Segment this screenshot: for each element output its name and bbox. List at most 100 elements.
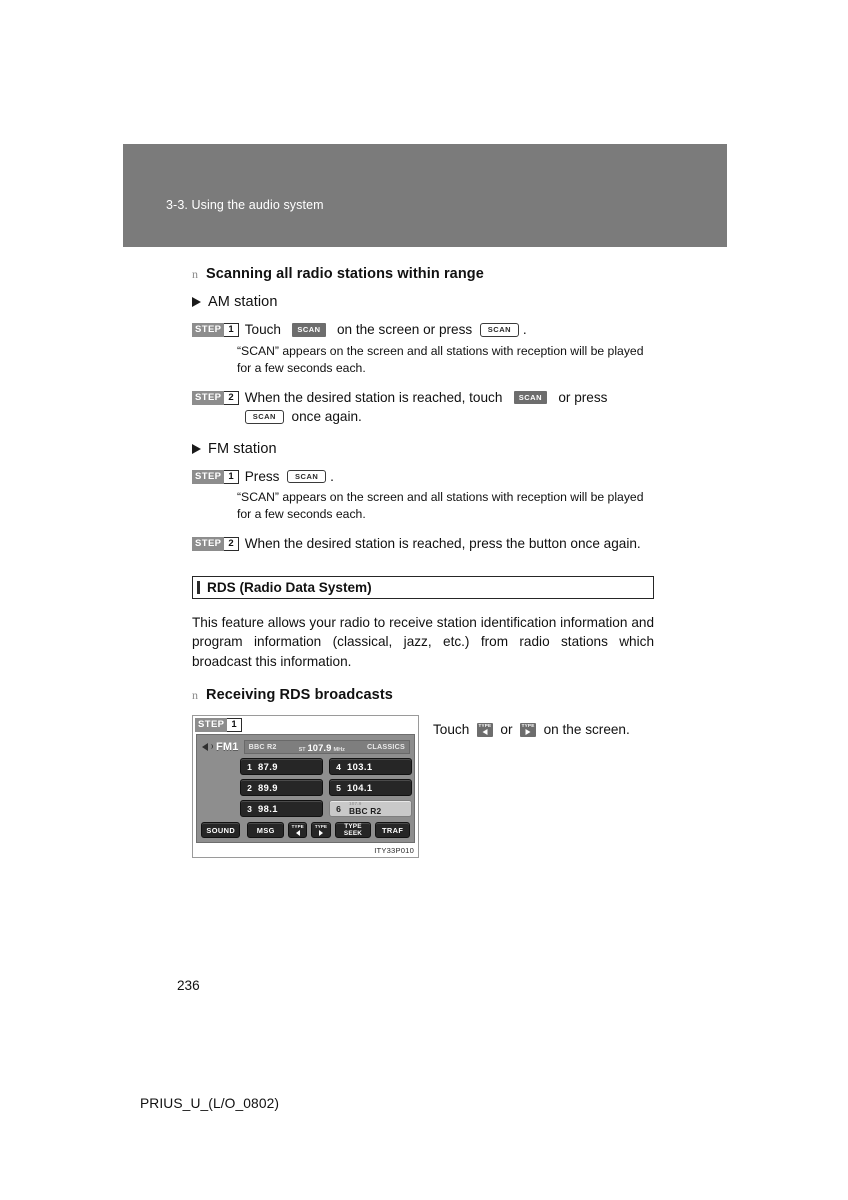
scan-touch-button[interactable]: SCAN xyxy=(292,323,326,337)
preset-number: 5 xyxy=(336,782,341,793)
am-step-1-text-middle: on the screen or press xyxy=(336,322,473,337)
step-badge: STEP 2 xyxy=(192,390,239,405)
scan-touch-button[interactable]: SCAN xyxy=(513,390,548,404)
step-badge-number: 1 xyxy=(227,718,242,732)
radio-program-type: CLASSICS xyxy=(367,742,405,751)
broadcast-antenna-icon xyxy=(201,740,214,753)
traf-button[interactable]: TRAF xyxy=(375,822,410,838)
radio-frequency: 107.9 xyxy=(307,741,332,753)
preset-button-2[interactable]: 2 89.9 xyxy=(240,779,323,796)
figure-step-badge: STEP 1 xyxy=(195,718,242,732)
rds-instruction-text: Touch TYPE or TYPE on the screen. xyxy=(433,715,630,740)
scan-hardware-button[interactable]: SCAN xyxy=(244,410,284,424)
preset-button-5[interactable]: 5 104.1 xyxy=(329,779,412,796)
heading-marker-icon: n xyxy=(192,267,198,281)
type-prev-inline-label: TYPE xyxy=(478,723,492,728)
am-step-1-text-before: Touch xyxy=(244,322,281,337)
left-arrow-icon xyxy=(482,729,488,735)
scan-hardware-button[interactable]: SCAN xyxy=(287,469,327,483)
am-step-1-note: “SCAN” appears on the screen and all sta… xyxy=(237,343,644,375)
preset-button-4[interactable]: 4 103.1 xyxy=(329,758,412,775)
type-prev-label: TYPE xyxy=(291,824,304,829)
rds-paragraph: This feature allows your radio to receiv… xyxy=(192,614,654,669)
preset-value: 104.1 xyxy=(347,782,373,793)
header-band xyxy=(123,144,727,247)
preset-button-6[interactable]: 6 107.9 BBC R2 xyxy=(329,800,412,817)
rds-section-title: RDS (Radio Data System) xyxy=(207,579,372,595)
triangle-bullet-icon xyxy=(192,297,201,307)
type-next-label: TYPE xyxy=(314,824,328,829)
triangle-bullet-icon xyxy=(192,443,201,454)
am-step-2-text-after: once again. xyxy=(291,409,362,424)
preset-number: 1 xyxy=(247,761,252,772)
fm-step-1-note: “SCAN” appears on the screen and all sta… xyxy=(237,490,644,521)
am-step-2-text-middle: or press xyxy=(558,389,608,405)
fm-step-1-text-after: . xyxy=(330,468,334,484)
am-step-2-text: When the desired station is reached, tou… xyxy=(244,388,608,427)
header-section-title: 3-3. Using the audio system xyxy=(166,198,324,212)
heading-receiving-rds: n Receiving RDS broadcasts xyxy=(192,687,654,703)
preset-button-3[interactable]: 3 98.1 xyxy=(240,800,323,817)
stereo-indicator: ST xyxy=(298,746,306,753)
preset-value-stack: 107.9 BBC R2 xyxy=(349,801,381,815)
preset-value: 103.1 xyxy=(347,761,373,772)
radio-screen-figure: STEP 1 FM1 BBC R2 ST 107.9 MHz CLASSICS … xyxy=(192,715,419,858)
fm-step-1-text: Press SCAN . xyxy=(245,467,334,487)
radio-presets: 1 87.9 2 89.9 3 98.1 4 103.1 5 104.1 6 1… xyxy=(240,758,412,817)
preset-value: 87.9 xyxy=(258,761,278,772)
am-step-2: STEP 2 When the desired station is reach… xyxy=(192,388,654,427)
preset-value: 98.1 xyxy=(258,803,278,814)
step-badge: STEP 1 xyxy=(192,469,239,484)
rds-instruction-after: on the screen. xyxy=(543,722,630,737)
radio-button-row: SOUND MSG TYPE TYPE TYPE SEEK TRAF xyxy=(201,822,410,838)
step-badge: STEP 2 xyxy=(192,537,239,551)
preset-button-1[interactable]: 1 87.9 xyxy=(240,758,323,775)
preset-number: 6 xyxy=(336,803,341,814)
msg-button[interactable]: MSG xyxy=(247,822,285,838)
rds-instruction-before: Touch xyxy=(433,722,470,737)
heading-marker-icon: n xyxy=(192,688,198,702)
sound-button[interactable]: SOUND xyxy=(201,822,241,838)
type-next-button[interactable]: TYPE xyxy=(311,822,331,838)
rds-section-title-bar: RDS (Radio Data System) xyxy=(192,575,654,599)
radio-frequency-unit: MHz xyxy=(333,746,345,753)
manual-page: 3-3. Using the audio system n Scanning a… xyxy=(0,0,848,1200)
step-badge-word: STEP xyxy=(192,537,225,551)
fm-step-1: STEP 1 Press SCAN . xyxy=(192,467,654,487)
fm-step-1-text-before: Press xyxy=(244,468,280,484)
left-arrow-icon xyxy=(295,830,300,836)
footer-document-code: PRIUS_U_(L/O_0802) xyxy=(140,1096,280,1111)
am-step-1-text: Touch SCAN on the screen or press SCAN . xyxy=(245,320,527,340)
type-seek-button[interactable]: TYPE SEEK xyxy=(334,822,372,838)
type-next-inline-label: TYPE xyxy=(521,723,535,728)
preset-column-right: 4 103.1 5 104.1 6 107.9 BBC R2 xyxy=(329,758,412,817)
radio-station-name: BBC R2 xyxy=(248,742,277,751)
radio-preset-area: 1 87.9 2 89.9 3 98.1 4 103.1 5 104.1 6 1… xyxy=(201,758,412,817)
step-badge-number: 1 xyxy=(224,323,239,337)
heading-scanning-label: Scanning all radio stations within range xyxy=(206,266,484,282)
radio-display: FM1 BBC R2 ST 107.9 MHz CLASSICS 1 87.9 … xyxy=(196,734,415,843)
right-arrow-icon xyxy=(319,830,324,836)
subheading-fm-station: FM station xyxy=(192,441,654,457)
preset-number: 2 xyxy=(247,782,252,793)
subheading-fm-label: FM station xyxy=(208,440,277,457)
step-badge-word: STEP xyxy=(192,390,225,405)
type-prev-button[interactable]: TYPE xyxy=(288,822,308,838)
scan-hardware-button[interactable]: SCAN xyxy=(479,323,520,337)
am-step-1: STEP 1 Touch SCAN on the screen or press… xyxy=(192,320,654,340)
preset-number: 3 xyxy=(247,803,252,814)
step-badge-word: STEP xyxy=(195,718,228,732)
preset-number: 4 xyxy=(336,761,341,772)
radio-info-bar: BBC R2 ST 107.9 MHz CLASSICS xyxy=(243,739,410,754)
type-next-inline-button[interactable]: TYPE xyxy=(520,723,537,737)
type-prev-inline-button[interactable]: TYPE xyxy=(476,723,493,737)
heading-scanning: n Scanning all radio stations within ran… xyxy=(192,266,654,282)
type-seek-line2: SEEK xyxy=(343,830,363,837)
heading-receiving-rds-label: Receiving RDS broadcasts xyxy=(206,687,393,703)
preset-value: 89.9 xyxy=(258,782,278,793)
am-step-1-text-after: . xyxy=(522,322,527,337)
page-number: 236 xyxy=(177,978,200,993)
step-badge-number: 2 xyxy=(224,537,239,551)
am-step-2-text-before: When the desired station is reached, tou… xyxy=(244,389,503,405)
type-seek-line1: TYPE xyxy=(344,823,362,830)
